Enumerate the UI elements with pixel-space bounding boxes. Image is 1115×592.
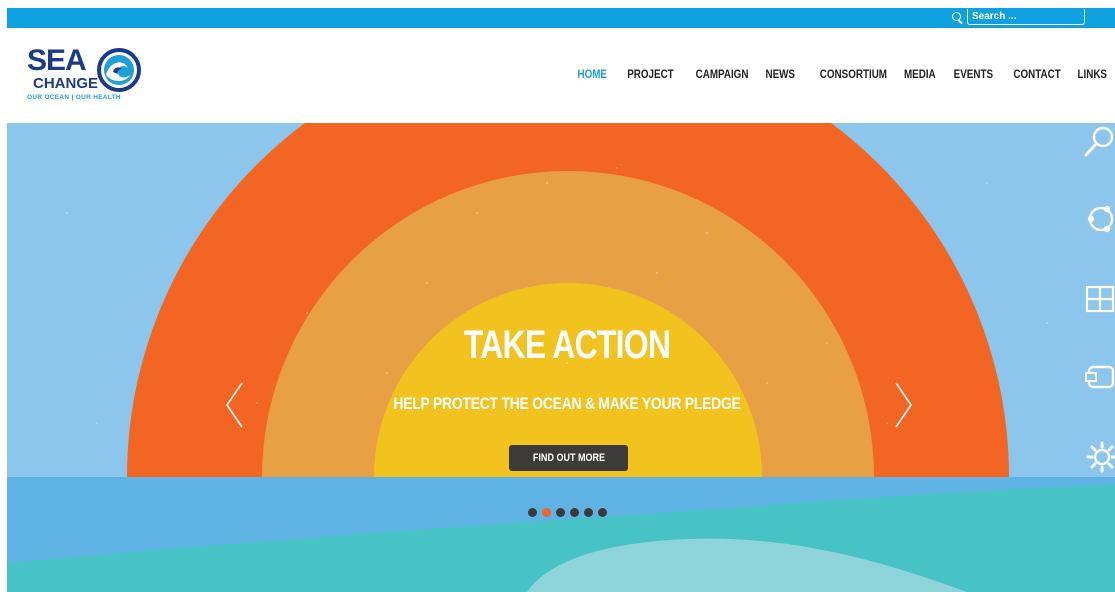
side-icon-bar <box>1083 123 1115 483</box>
nav-news[interactable]: NEWS <box>765 67 795 81</box>
gear-icon[interactable] <box>1083 439 1115 475</box>
slider-dot-3[interactable] <box>556 508 565 517</box>
nav-contact[interactable]: CONTACT <box>1014 67 1061 81</box>
site-header: SEA CHANGE OUR OCEAN | OUR HEALTH HOME P… <box>7 28 1115 123</box>
windows-icon[interactable] <box>1083 281 1115 317</box>
logo-change-text: CHANGE <box>33 75 99 92</box>
slider-dot-4[interactable] <box>570 508 579 517</box>
logo-sea-text: SEA <box>27 44 87 77</box>
slider-dot-5[interactable] <box>584 508 593 517</box>
find-out-more-button[interactable]: FIND OUT MORE <box>509 445 628 471</box>
share-icon[interactable] <box>1083 201 1115 237</box>
slider-dot-6[interactable] <box>598 508 607 517</box>
nav-home[interactable]: HOME <box>578 67 608 81</box>
search-area <box>952 8 1085 28</box>
device-icon[interactable] <box>1083 359 1115 395</box>
page: SEA CHANGE OUR OCEAN | OUR HEALTH HOME P… <box>0 0 1115 592</box>
nav-links[interactable]: LINKS <box>1077 67 1107 81</box>
nav-media[interactable]: MEDIA <box>903 67 935 81</box>
main-nav: HOME PROJECT CAMPAIGN NEWS CONSORTIUM ME… <box>571 67 1107 81</box>
search-icon[interactable] <box>952 12 961 21</box>
slider-dots <box>528 508 607 517</box>
search-icon[interactable] <box>1083 123 1115 159</box>
slider-dot-2[interactable] <box>542 508 551 517</box>
search-input[interactable] <box>967 9 1085 25</box>
find-out-more-label: FIND OUT MORE <box>532 452 605 464</box>
slider-next-arrow-icon[interactable] <box>891 379 915 431</box>
top-bar <box>7 8 1115 28</box>
nav-events[interactable]: EVENTS <box>954 67 993 81</box>
hero-slider: TAKE ACTION HELP PROTECT THE OCEAN & MAK… <box>7 123 1115 592</box>
nav-consortium[interactable]: CONSORTIUM <box>819 67 886 81</box>
slider-dot-1[interactable] <box>528 508 537 517</box>
nav-campaign[interactable]: CAMPAIGN <box>696 67 749 81</box>
nav-project[interactable]: PROJECT <box>628 67 674 81</box>
site-logo[interactable]: SEA CHANGE OUR OCEAN | OUR HEALTH <box>27 46 167 108</box>
logo-tagline: OUR OCEAN | OUR HEALTH <box>27 94 121 101</box>
slider-prev-arrow-icon[interactable] <box>223 379 247 431</box>
hero-title: TAKE ACTION <box>463 323 671 367</box>
logo-wave-icon <box>97 48 141 92</box>
